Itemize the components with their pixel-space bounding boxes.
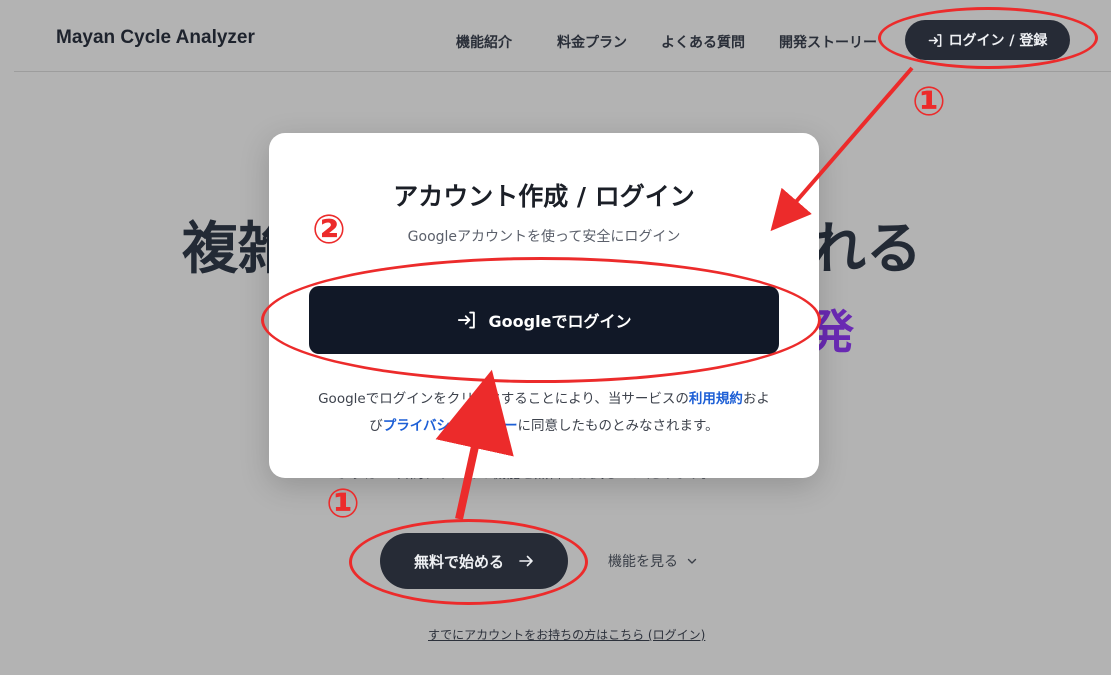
annotation-arrows bbox=[435, 66, 914, 520]
annotation-arrow-to-terms bbox=[435, 369, 514, 520]
annotation-arrow-to-modal bbox=[770, 66, 914, 232]
